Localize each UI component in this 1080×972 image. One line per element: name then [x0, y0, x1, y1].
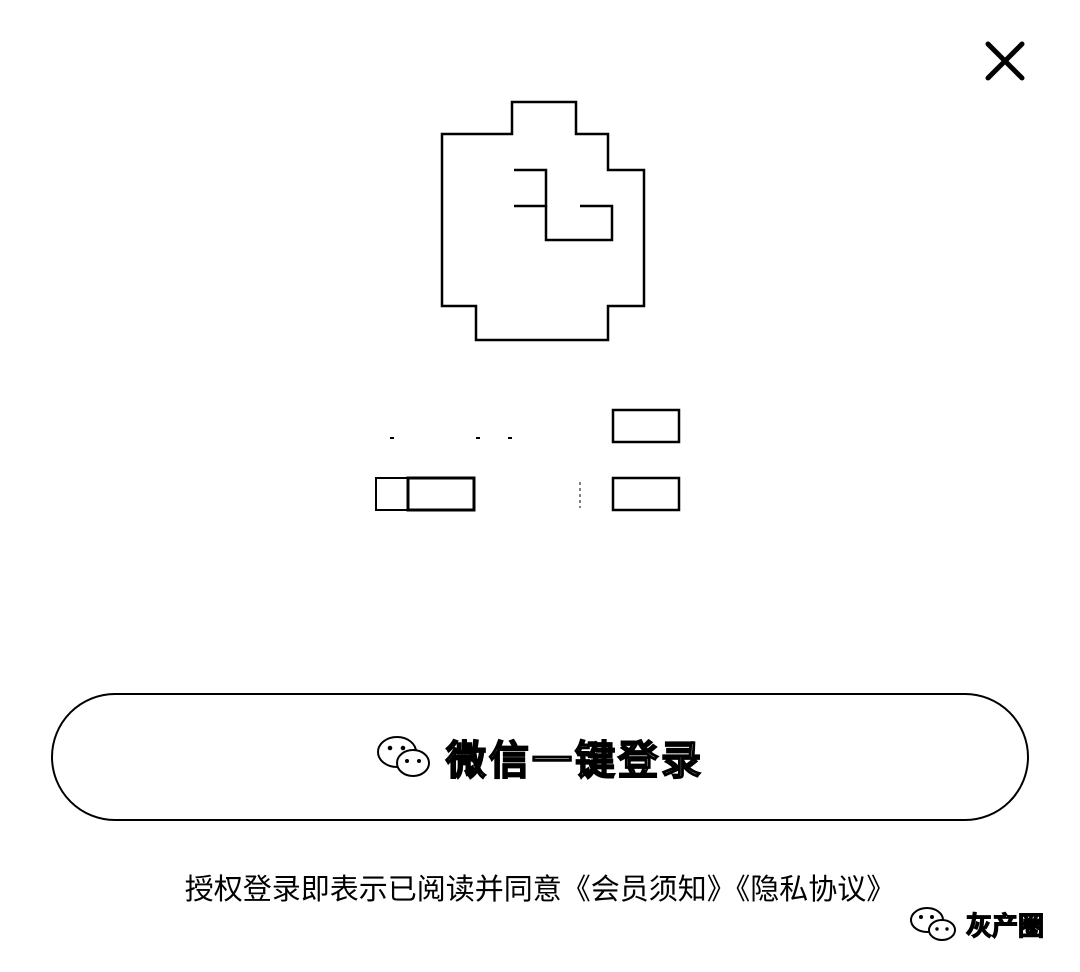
member-notice-link[interactable]: 《会员须知》 — [562, 872, 736, 906]
wechat-icon — [376, 734, 432, 780]
close-button[interactable] — [980, 36, 1030, 86]
app-logo — [436, 96, 652, 344]
agreement-prefix: 授权登录即表示已阅读并同意 — [184, 872, 562, 906]
close-icon — [980, 36, 1030, 86]
watermark-text: 灰产圈 — [965, 911, 1045, 942]
privacy-policy-link[interactable]: 《隐私协议》 — [736, 872, 896, 906]
watermark: 灰产圈 — [908, 904, 1045, 944]
wechat-icon — [908, 904, 960, 944]
wechat-login-label: 微信一键登录 — [445, 737, 704, 785]
app-name-graphic — [370, 404, 690, 514]
agreement-text: 授权登录即表示已阅读并同意《会员须知》《隐私协议》 — [0, 866, 1080, 908]
wechat-login-button[interactable]: 微信一键登录 — [51, 693, 1029, 821]
app-logo-icon — [436, 96, 652, 344]
